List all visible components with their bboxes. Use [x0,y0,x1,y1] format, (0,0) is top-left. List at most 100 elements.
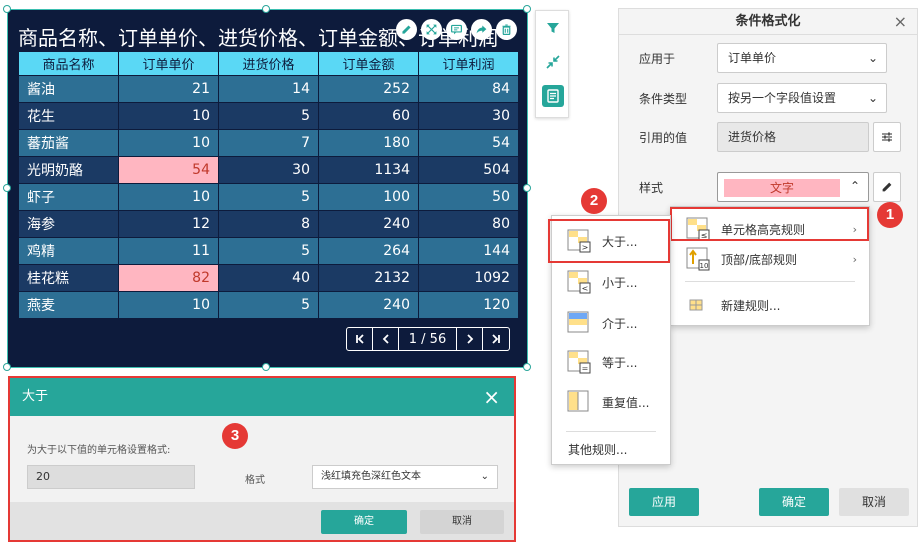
column-header[interactable]: 订单单价 [118,51,219,76]
number-cell: 2132 [318,264,419,292]
number-cell: 1092 [418,264,519,292]
dialog-footer: 确定 取消 [10,502,514,540]
submenu-item-other[interactable]: 其他规则... [568,437,668,461]
number-cell: 5 [218,183,319,211]
apply-button[interactable]: 应用 [629,488,699,516]
resize-handle[interactable] [3,184,11,192]
number-cell: 5 [218,237,319,265]
submenu-item-label: 等于... [602,355,638,370]
menu-item-label: 顶部/底部规则 [721,252,798,267]
resize-handle[interactable] [3,363,11,371]
filter-icon[interactable] [542,17,564,39]
resize-handle[interactable] [523,184,531,192]
product-name-cell: 燕麦 [18,291,119,319]
panel-header: 条件格式化 × [619,9,917,35]
number-cell: 144 [418,237,519,265]
conditional-format-icon[interactable] [542,85,564,107]
number-cell: 240 [318,210,419,238]
format-label: 格式 [245,475,265,486]
last-page-button[interactable] [483,328,509,350]
highlight-box [548,219,670,263]
number-cell: 100 [318,183,419,211]
expand-icon[interactable] [421,19,442,40]
menu-item-label: 新建规则... [721,298,781,313]
pencil-icon [882,182,892,192]
format-select[interactable]: 浅红填充色深红色文本 ⌄ [312,465,498,489]
prev-page-button[interactable] [373,328,399,350]
last-page-icon [492,334,500,344]
submenu-item-between[interactable]: 介于... [566,308,670,338]
edit-icon[interactable] [396,19,417,40]
cancel-button[interactable]: 取消 [839,488,909,516]
comment-icon[interactable] [446,19,467,40]
apply-to-select[interactable]: 订单单价 ⌄ [717,43,887,73]
duplicate-values-icon [567,390,589,412]
equal-to-icon: = [567,350,591,374]
product-name-cell: 鸡精 [18,237,119,265]
table-header-row: 商品名称 订单单价 进货价格 订单金额 订单利润 [18,51,519,76]
first-page-icon [355,334,364,344]
product-name-cell: 海参 [18,210,119,238]
chevron-up-icon: ⌃ [849,179,860,193]
table-row: 鸡精 11 5 264 144 [18,237,519,265]
side-toolbar [535,10,569,118]
table-row: 蕃茄酱 10 7 180 54 [18,129,519,157]
product-name-cell: 蕃茄酱 [18,129,119,157]
product-name-cell: 花生 [18,102,119,130]
condition-type-select[interactable]: 按另一个字段值设置 ⌄ [717,83,887,113]
style-sample: 文字 [724,179,840,197]
column-header[interactable]: 订单金额 [318,51,419,76]
sliders-icon [882,132,892,142]
product-name-cell: 光明奶酪 [18,156,119,184]
top-bottom-icon: 10 [686,247,710,271]
resize-handle[interactable] [262,363,270,371]
settings-button[interactable] [873,122,901,152]
submenu-item-label: 介于... [602,316,638,331]
dialog-cancel-button[interactable]: 取消 [420,510,504,534]
number-cell: 252 [318,75,419,103]
resize-handle[interactable] [523,363,531,371]
submenu-item-duplicate[interactable]: 重复值... [566,387,670,417]
table-widget[interactable]: 商品名称、订单单价、进货价格、订单金额、订单利润 商品名称 订单单价 进货价格 … [3,5,531,371]
column-header[interactable]: 进货价格 [218,51,319,76]
next-page-button[interactable] [457,328,483,350]
ok-button[interactable]: 确定 [759,488,829,516]
svg-text:10: 10 [700,262,709,270]
menu-item-new-rule[interactable]: 新建规则... [685,291,871,319]
style-label: 样式 [639,181,664,195]
dialog-body: 为大于以下值的单元格设置格式: 20 格式 浅红填充色深红色文本 ⌄ [10,416,514,502]
apply-to-value: 订单单价 [728,51,777,65]
number-cell: 180 [318,129,419,157]
resize-handle[interactable] [3,5,11,13]
dialog-title: 大于 [22,389,49,404]
number-cell: 54 [118,156,219,184]
number-cell: 21 [118,75,219,103]
dialog-ok-button[interactable]: 确定 [321,510,407,534]
column-header[interactable]: 商品名称 [18,51,119,76]
style-select[interactable]: 文字 ⌃ [717,172,869,202]
greater-than-dialog: 大于 × 为大于以下值的单元格设置格式: 20 格式 浅红填充色深红色文本 ⌄ … [8,376,516,542]
first-page-button[interactable] [347,328,373,350]
table-row: 桂花糕 82 40 2132 1092 [18,264,519,292]
number-cell: 84 [418,75,519,103]
close-icon[interactable]: × [483,378,500,416]
submenu-item-equal-to[interactable]: = 等于... [566,347,670,377]
resize-handle[interactable] [262,5,270,13]
delete-icon[interactable] [496,19,517,40]
table-row: 酱油 21 14 252 84 [18,75,519,103]
step-badge: 2 [581,188,607,214]
share-icon[interactable] [471,19,492,40]
shrink-icon[interactable] [542,51,564,73]
menu-item-top-bottom[interactable]: 10 顶部/底部规则 › [685,245,871,273]
product-name-cell: 虾子 [18,183,119,211]
resize-handle[interactable] [523,5,531,13]
number-cell: 7 [218,129,319,157]
close-icon[interactable]: × [894,9,907,35]
threshold-input[interactable]: 20 [27,465,195,489]
number-cell: 12 [118,210,219,238]
submenu-item-less-than[interactable]: < 小于... [566,267,670,297]
column-header[interactable]: 订单利润 [418,51,519,76]
chevron-down-icon: ⌄ [867,51,878,65]
number-cell: 5 [218,291,319,319]
edit-style-button[interactable] [873,172,901,202]
